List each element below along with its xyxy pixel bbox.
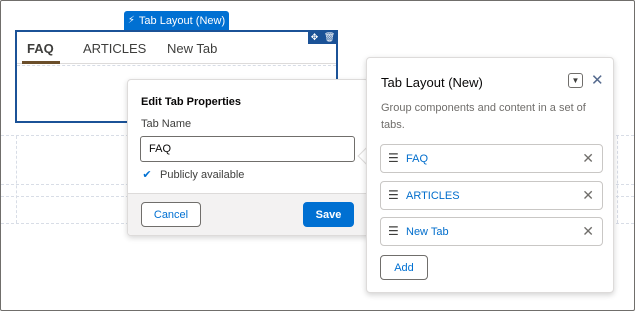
properties-panel: Tab Layout (New) ▼ ✕ Group components an… <box>366 57 614 293</box>
panel-description: Group components and content in a set of… <box>381 102 586 131</box>
remove-icon[interactable]: ✕ <box>582 224 594 238</box>
publicly-available-row[interactable]: ✔ Publicly available <box>141 169 244 181</box>
popover-title: Edit Tab Properties <box>141 96 242 108</box>
tab-content-drop-zone <box>17 65 336 66</box>
tab-list-item[interactable]: ☰ New Tab ✕ <box>380 217 603 246</box>
component-label-text: Tab Layout (New) <box>138 14 226 27</box>
tab-faq[interactable]: FAQ <box>27 41 54 56</box>
region-divider <box>617 136 618 223</box>
component-label-badge[interactable]: ⚡ Tab Layout (New) <box>124 11 229 30</box>
tab-list-item[interactable]: ☰ FAQ ✕ <box>380 144 603 173</box>
remove-icon[interactable]: ✕ <box>582 151 594 165</box>
region-divider <box>16 136 17 223</box>
popover-footer: Cancel Save <box>128 193 368 235</box>
tab-name-input[interactable] <box>140 136 355 162</box>
tab-list-item-name[interactable]: FAQ <box>406 153 428 165</box>
save-button[interactable]: Save <box>303 202 354 227</box>
drag-handle-icon[interactable]: ☰ <box>388 152 399 164</box>
tab-articles[interactable]: ARTICLES <box>83 41 146 56</box>
tab-new-tab[interactable]: New Tab <box>167 41 217 56</box>
panel-title: Tab Layout (New) <box>381 75 483 90</box>
bolt-icon: ⚡ <box>127 15 135 26</box>
tab-list-item-name[interactable]: ARTICLES <box>406 190 460 202</box>
tab-list-item[interactable]: ☰ ARTICLES ✕ <box>380 181 603 210</box>
checkmark-icon[interactable]: ✔ <box>141 169 153 181</box>
publicly-available-label: Publicly available <box>160 169 245 181</box>
tab-list-item-name[interactable]: New Tab <box>406 226 449 238</box>
drag-handle-icon[interactable]: ☰ <box>388 189 399 201</box>
remove-icon[interactable]: ✕ <box>582 188 594 202</box>
add-tab-button[interactable]: Add <box>380 255 428 280</box>
close-icon[interactable]: ✕ <box>591 71 604 89</box>
edit-tab-properties-popover: Edit Tab Properties Tab Name ✔ Publicly … <box>127 79 369 236</box>
drag-handle-icon[interactable]: ☰ <box>388 225 399 237</box>
chevron-down-icon[interactable]: ▼ <box>568 73 583 88</box>
tab-bar: FAQ ARTICLES New Tab <box>17 32 336 64</box>
cancel-button[interactable]: Cancel <box>141 202 201 227</box>
active-tab-indicator <box>22 61 60 64</box>
tab-name-label: Tab Name <box>141 118 192 130</box>
